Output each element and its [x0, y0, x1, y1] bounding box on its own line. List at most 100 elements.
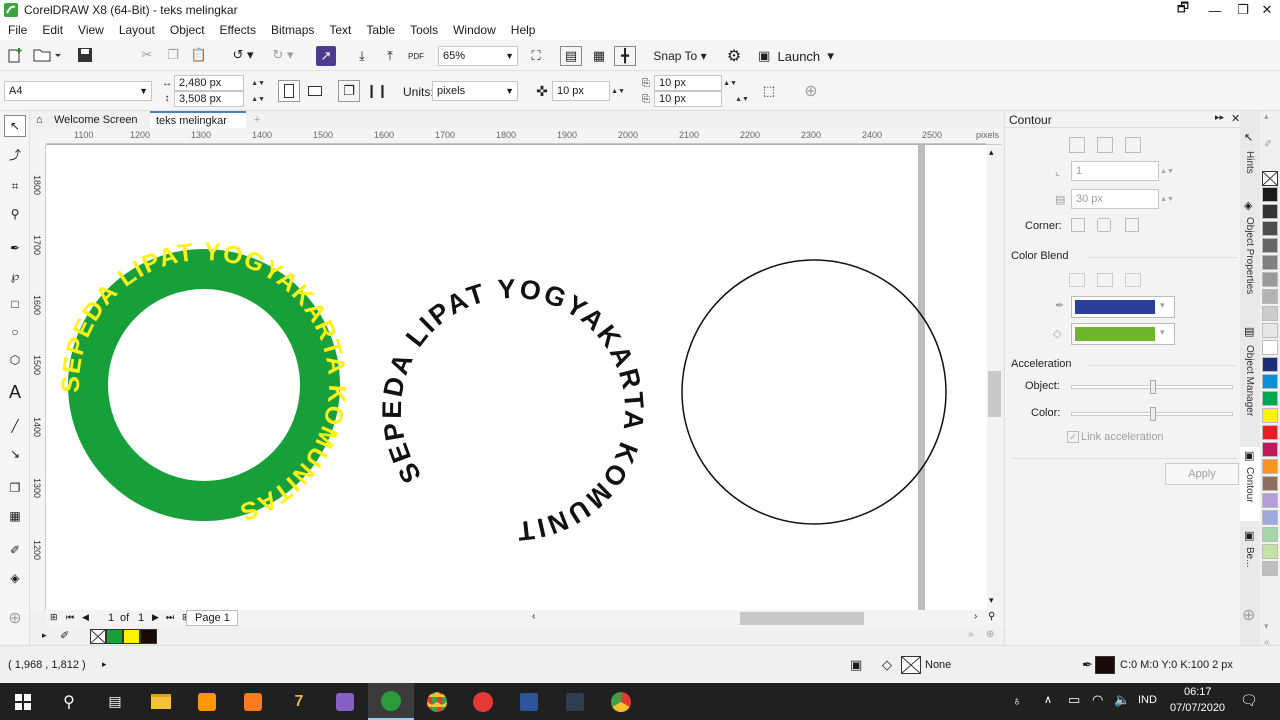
add-docker-icon[interactable]: ⊕: [1242, 605, 1255, 625]
show-grid-icon[interactable]: ▦: [588, 46, 610, 66]
cut-icon[interactable]: ✂: [138, 46, 156, 64]
chevron-down-icon[interactable]: ▾: [989, 595, 994, 606]
object-acceleration-slider[interactable]: [1071, 380, 1233, 394]
tab-object-manager[interactable]: Object Manager: [1244, 345, 1255, 416]
paste-icon[interactable]: 📋: [190, 46, 208, 64]
palette-color-swatch[interactable]: [1262, 561, 1278, 576]
search-content-icon[interactable]: ↗: [316, 46, 336, 66]
menu-object[interactable]: Object: [170, 23, 205, 37]
search-icon[interactable]: ⚲: [46, 683, 92, 720]
publish-pdf-icon[interactable]: PDF: [406, 46, 426, 66]
ellipse-tool-icon[interactable]: ○: [4, 321, 26, 343]
connector-tool-icon[interactable]: ↘: [4, 443, 26, 465]
palette-color-swatch[interactable]: [1262, 306, 1278, 321]
open-folder-icon[interactable]: [32, 46, 62, 64]
page-size-select[interactable]: A4 ▼: [4, 81, 152, 101]
word-icon[interactable]: [506, 683, 552, 720]
outline-color-picker[interactable]: ▾: [1071, 296, 1175, 318]
no-color-swatch[interactable]: [90, 629, 106, 644]
wifi-icon[interactable]: ◠: [1092, 692, 1103, 708]
slider-thumb[interactable]: [1150, 407, 1156, 421]
linear-blend-icon[interactable]: [1069, 273, 1085, 287]
launch-dropdown[interactable]: ▣ Launch ▾: [758, 46, 844, 66]
show-rulers-icon[interactable]: ▤: [560, 46, 582, 66]
slider-thumb[interactable]: [1150, 380, 1156, 394]
tab-welcome-screen[interactable]: Welcome Screen: [48, 111, 150, 128]
status-arrow-icon[interactable]: ▸: [102, 659, 107, 670]
bevel-corner-icon[interactable]: [1125, 218, 1139, 232]
new-tab-icon[interactable]: +: [248, 111, 266, 128]
vertical-scrollbar[interactable]: ▴ ▾: [987, 145, 1002, 610]
clock-date[interactable]: 07/07/2020: [1170, 702, 1225, 714]
fill-color-picker[interactable]: ▾: [1071, 323, 1175, 345]
zoom-tool-icon[interactable]: ⚲: [4, 203, 26, 225]
outline-color-status-swatch[interactable]: [1095, 656, 1115, 674]
doc-color-swatch[interactable]: [140, 629, 157, 644]
treat-as-filled-icon[interactable]: ⬚: [758, 80, 780, 102]
palette-color-swatch[interactable]: [1262, 527, 1278, 542]
palette-color-swatch[interactable]: [1262, 493, 1278, 508]
doc-color-swatch[interactable]: [106, 629, 123, 644]
redo-icon[interactable]: ↻ ▾: [266, 46, 300, 64]
page-width-input[interactable]: 2,480 px: [174, 75, 244, 91]
duplicate-x-spinner[interactable]: ▲▼: [723, 75, 737, 91]
menu-layout[interactable]: Layout: [119, 23, 155, 37]
color-proof-icon[interactable]: ▣: [850, 657, 862, 673]
doc-color-swatch[interactable]: [123, 629, 140, 644]
vertical-ruler[interactable]: 1800 1700 1600 1500 1400 1300 1200: [30, 145, 46, 610]
menu-effects[interactable]: Effects: [220, 23, 256, 37]
save-icon[interactable]: [76, 46, 94, 64]
apply-button[interactable]: Apply: [1165, 463, 1239, 485]
palette-color-swatch[interactable]: [1262, 408, 1278, 423]
units-select[interactable]: pixels ▼: [432, 81, 518, 101]
color-acceleration-slider[interactable]: [1071, 407, 1233, 421]
palette-color-swatch[interactable]: [1262, 340, 1278, 355]
scroll-right-icon[interactable]: ›: [974, 611, 977, 622]
chrome-icon-2[interactable]: [598, 683, 644, 720]
import-icon[interactable]: ⤓: [352, 46, 372, 66]
snap-to-dropdown[interactable]: Snap To ▾: [648, 46, 712, 66]
palette-color-swatch[interactable]: [1262, 238, 1278, 253]
xampp-icon[interactable]: [230, 683, 276, 720]
horizontal-ruler[interactable]: 1100 1200 1300 1400 1500 1600 1700 1800 …: [46, 128, 1002, 145]
palette-color-swatch[interactable]: [1262, 255, 1278, 270]
scroll-left-icon[interactable]: ‹: [532, 611, 535, 622]
palette-color-swatch[interactable]: [1262, 374, 1278, 389]
palette-menu-icon[interactable]: ✐: [1264, 139, 1272, 150]
page-height-input[interactable]: 3,508 px: [174, 91, 244, 107]
palette-color-swatch[interactable]: [1262, 289, 1278, 304]
add-icon[interactable]: ⊕: [800, 80, 822, 102]
close-icon[interactable]: ✕: [1231, 112, 1240, 125]
width-spinner[interactable]: ▲▼: [251, 75, 265, 91]
interactive-fill-icon[interactable]: ◈: [4, 567, 26, 589]
landscape-icon[interactable]: [304, 80, 326, 102]
input-language[interactable]: IND: [1138, 694, 1157, 706]
file-explorer-icon[interactable]: [138, 683, 184, 720]
eyedropper-icon[interactable]: ✐: [4, 539, 26, 561]
palette-color-swatch[interactable]: [1262, 442, 1278, 457]
all-pages-icon[interactable]: ❐: [338, 80, 360, 102]
export-icon[interactable]: ⤒: [380, 46, 400, 66]
palette-arrow-icon[interactable]: ▸: [42, 630, 47, 641]
visual-studio-icon[interactable]: [322, 683, 368, 720]
windows-start-icon[interactable]: [0, 683, 46, 720]
menu-window[interactable]: Window: [453, 23, 496, 37]
drop-shadow-icon[interactable]: ❐: [4, 477, 26, 499]
last-page-icon[interactable]: ⏭: [166, 612, 174, 623]
palette-color-swatch[interactable]: [1262, 204, 1278, 219]
people-icon[interactable]: ♁: [1012, 693, 1022, 708]
palette-color-swatch[interactable]: [1262, 391, 1278, 406]
prev-page-icon[interactable]: ◀: [82, 612, 89, 623]
menu-tools[interactable]: Tools: [410, 23, 438, 37]
task-view-icon[interactable]: ▤: [92, 683, 138, 720]
palette-color-swatch[interactable]: [1262, 187, 1278, 202]
polygon-tool-icon[interactable]: ⬡: [4, 349, 26, 371]
no-color-swatch[interactable]: [1262, 171, 1278, 186]
outside-icon[interactable]: [1125, 137, 1141, 153]
palette-color-swatch[interactable]: [1262, 510, 1278, 525]
inside-icon[interactable]: [1097, 137, 1113, 153]
tab-bevel[interactable]: Be...: [1244, 547, 1255, 568]
chevron-up-icon[interactable]: ▴: [989, 147, 994, 158]
help-icon[interactable]: 🗗: [1168, 0, 1198, 20]
menu-help[interactable]: Help: [511, 23, 536, 37]
